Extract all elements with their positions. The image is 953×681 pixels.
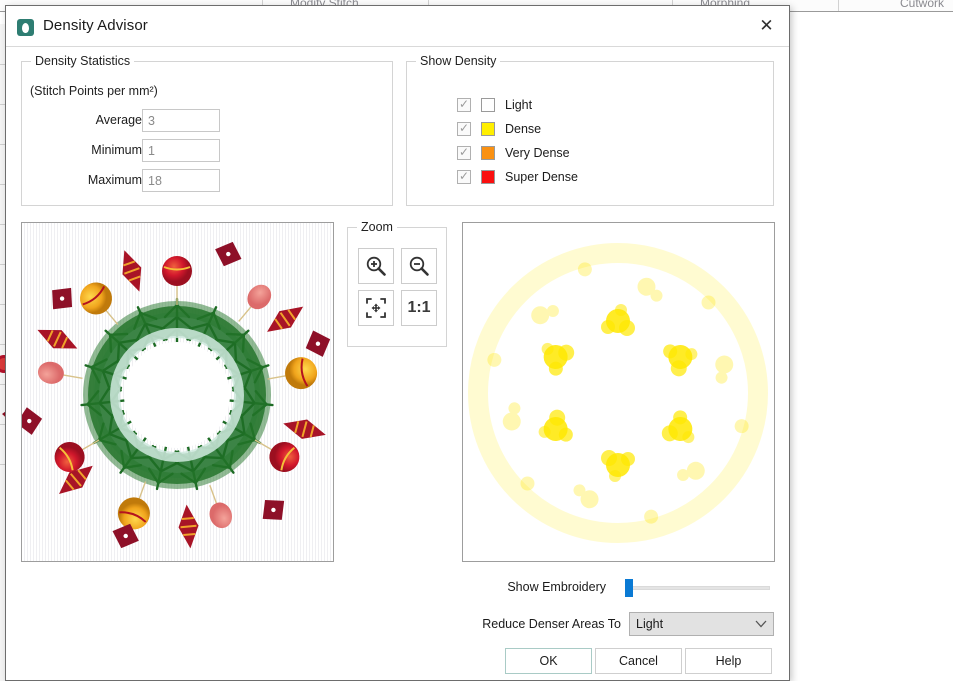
close-icon[interactable]: ✕ xyxy=(744,6,789,45)
density-row-light[interactable]: ✓ Light xyxy=(457,95,532,115)
zoom-actual-size-button[interactable]: 1:1 xyxy=(401,290,437,326)
show-embroidery-label: Show Embroidery xyxy=(507,580,606,594)
reduce-denser-areas-select[interactable]: Light xyxy=(629,612,774,636)
show-density-title: Show Density xyxy=(416,54,501,68)
dialog-title: Density Advisor xyxy=(43,17,148,34)
density-statistics-group: Density Statistics (Stitch Points per mm… xyxy=(21,54,393,206)
swatch-very-dense xyxy=(481,146,495,160)
checkbox-super-dense[interactable]: ✓ xyxy=(457,170,471,184)
fit-to-window-icon xyxy=(366,298,386,318)
reduce-denser-areas-label: Reduce Denser Areas To xyxy=(482,617,621,631)
density-map-artwork xyxy=(468,243,768,543)
maximum-field[interactable] xyxy=(142,169,220,192)
swatch-super-dense xyxy=(481,170,495,184)
density-label-very-dense: Very Dense xyxy=(505,146,570,160)
minimum-field[interactable] xyxy=(142,139,220,162)
density-advisor-dialog: Density Advisor ✕ Density Statistics (St… xyxy=(5,5,790,681)
show-embroidery-slider[interactable] xyxy=(625,579,770,597)
checkbox-very-dense[interactable]: ✓ xyxy=(457,146,471,160)
density-label-super-dense: Super Dense xyxy=(505,170,578,184)
checkbox-dense[interactable]: ✓ xyxy=(457,122,471,136)
magnifier-minus-icon xyxy=(409,256,429,276)
swatch-light xyxy=(481,98,495,112)
slider-thumb[interactable] xyxy=(625,579,633,597)
bobbin-icon xyxy=(17,19,34,36)
density-statistics-subtitle: (Stitch Points per mm²) xyxy=(30,84,158,98)
reduce-denser-areas-value: Light xyxy=(636,617,664,631)
close-glyph: ✕ xyxy=(759,16,774,35)
chevron-down-icon xyxy=(749,620,773,628)
density-row-super-dense[interactable]: ✓ Super Dense xyxy=(457,167,578,187)
design-preview[interactable] xyxy=(21,222,334,562)
ok-button[interactable]: OK xyxy=(505,648,592,674)
density-label-light: Light xyxy=(505,98,533,112)
show-density-group: Show Density ✓ Light ✓ Dense ✓ Very Dens… xyxy=(406,54,774,206)
density-label-dense: Dense xyxy=(505,122,542,136)
maximum-label: Maximum xyxy=(87,173,142,187)
zoom-group: Zoom 1:1 xyxy=(347,220,447,347)
help-button[interactable]: Help xyxy=(685,648,772,674)
checkbox-light[interactable]: ✓ xyxy=(457,98,471,112)
density-row-dense[interactable]: ✓ Dense xyxy=(457,119,541,139)
wreath-design-artwork xyxy=(22,241,331,549)
dialog-title-bar: Density Advisor ✕ xyxy=(6,6,789,47)
density-row-very-dense[interactable]: ✓ Very Dense xyxy=(457,143,570,163)
zoom-actual-size-label: 1:1 xyxy=(407,299,431,316)
zoom-out-icon[interactable] xyxy=(401,248,437,284)
slider-track xyxy=(625,586,770,590)
zoom-fit-icon[interactable] xyxy=(358,290,394,326)
density-map-preview[interactable] xyxy=(462,222,775,562)
cancel-button[interactable]: Cancel xyxy=(595,648,682,674)
ribbon-group-cutwork[interactable]: Cutwork xyxy=(900,0,944,10)
zoom-group-title: Zoom xyxy=(357,220,397,234)
swatch-dense xyxy=(481,122,495,136)
zoom-in-icon[interactable] xyxy=(358,248,394,284)
magnifier-plus-icon xyxy=(366,256,386,276)
average-label: Average xyxy=(95,113,142,127)
minimum-label: Minimum xyxy=(91,143,142,157)
density-statistics-title: Density Statistics xyxy=(31,54,135,68)
average-field[interactable] xyxy=(142,109,220,132)
